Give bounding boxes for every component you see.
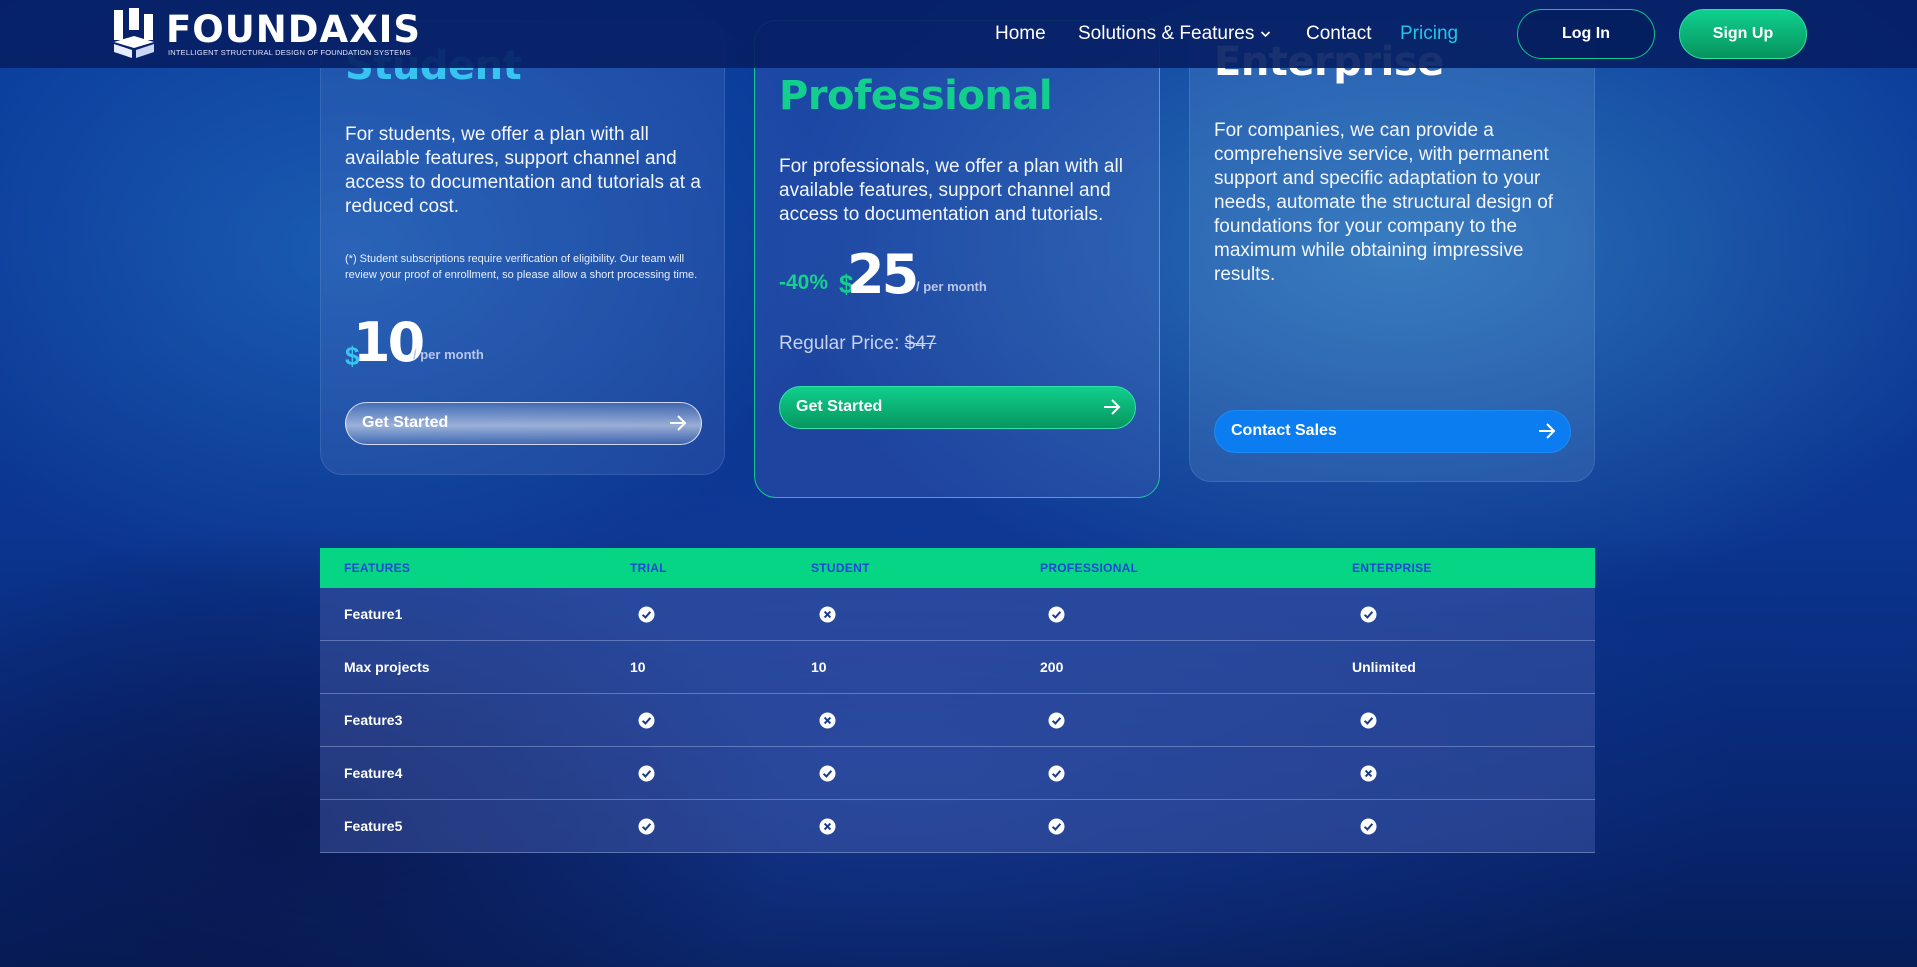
table-row: Feature5 [320,800,1595,853]
plan-title: Professional [779,73,1053,119]
price-discount: -40% [779,271,829,294]
student-get-started-button[interactable]: Get Started [345,402,702,445]
feature-name: Feature5 [344,818,403,834]
table-row: Feature4 [320,747,1595,800]
professional-value: 200 [1040,659,1064,675]
plan-description: For companies, we can provide a comprehe… [1214,120,1554,285]
brand-name: FOUNDAXIS [166,8,422,51]
check-circle-icon [1360,818,1377,835]
header-features: FEATURES [344,561,411,575]
header-professional: PROFESSIONAL [1040,561,1139,575]
enterprise-value: Unlimited [1352,659,1416,675]
check-circle-icon [1048,606,1065,623]
table-header: FEATURES TRIAL STUDENT PROFESSIONAL ENTE… [320,548,1595,588]
price-amount: 10 [353,311,425,374]
student-value: 10 [811,659,827,675]
check-circle-icon [1048,818,1065,835]
top-navbar: FOUNDAXIS INTELLIGENT STRUCTURAL DESIGN … [0,0,1917,68]
arrow-right-icon [1104,399,1121,415]
trial-value: 10 [630,659,646,675]
price-period: / per month [916,279,987,294]
check-circle-icon [638,712,655,729]
plan-card-enterprise: Enterprise For companies, we can provide… [1189,20,1595,482]
check-circle-icon [1048,765,1065,782]
cross-circle-icon [819,712,836,729]
plan-description: For professionals, we offer a plan with … [779,156,1123,225]
arrow-right-icon [670,415,687,431]
nav-pricing[interactable]: Pricing [1400,22,1458,46]
header-student: STUDENT [811,561,870,575]
cta-label: Get Started [362,414,449,431]
check-circle-icon [638,818,655,835]
features-comparison-table: FEATURES TRIAL STUDENT PROFESSIONAL ENTE… [320,548,1595,853]
chevron-down-icon [1261,31,1271,38]
brand-logo[interactable]: FOUNDAXIS INTELLIGENT STRUCTURAL DESIGN … [112,8,420,60]
feature-name: Max projects [344,659,430,675]
arrow-right-icon [1539,423,1556,439]
contact-sales-button[interactable]: Contact Sales [1214,410,1571,453]
check-circle-icon [1048,712,1065,729]
check-circle-icon [1360,606,1377,623]
check-circle-icon [819,765,836,782]
brand-tagline: INTELLIGENT STRUCTURAL DESIGN OF FOUNDAT… [168,48,412,57]
table-row: Feature1 [320,588,1595,641]
signup-button[interactable]: Sign Up [1679,9,1807,59]
nav-contact[interactable]: Contact [1306,22,1371,46]
professional-get-started-button[interactable]: Get Started [779,386,1136,429]
plan-description: For students, we offer a plan with all a… [345,124,701,217]
feature-name: Feature1 [344,606,403,622]
price-period: / per month [413,347,484,362]
header-trial: TRIAL [630,561,667,575]
cross-circle-icon [819,606,836,623]
check-circle-icon [638,606,655,623]
check-circle-icon [638,765,655,782]
regular-price-value: $47 [904,333,937,354]
table-body: Feature1 Max projects 10 10 200 Unlimited Feat… [320,588,1595,853]
cross-circle-icon [1360,765,1377,782]
logo-mark-icon [114,8,154,58]
nav-home[interactable]: Home [995,22,1046,46]
table-row: Max projects 10 10 200 Unlimited [320,641,1595,694]
nav-solutions-features[interactable]: Solutions & Features [1078,22,1271,46]
check-circle-icon [1360,712,1377,729]
plan-note: (*) Student subscriptions require verifi… [345,253,698,281]
cta-label: Contact Sales [1231,422,1337,439]
plan-card-student: Student For students, we offer a plan wi… [320,20,725,475]
cross-circle-icon [819,818,836,835]
nav-solutions-label: Solutions & Features [1078,23,1255,44]
cta-label: Get Started [796,398,883,415]
feature-name: Feature3 [344,712,403,728]
regular-price-label: Regular Price: [779,333,900,354]
header-enterprise: ENTERPRISE [1352,561,1432,575]
regular-price: Regular Price: $47 [779,333,936,355]
login-button[interactable]: Log In [1517,9,1655,59]
feature-name: Feature4 [344,765,403,781]
plan-card-professional: Professional For professionals, we offer… [754,20,1160,498]
table-row: Feature3 [320,694,1595,747]
price-amount: 25 [847,243,919,306]
